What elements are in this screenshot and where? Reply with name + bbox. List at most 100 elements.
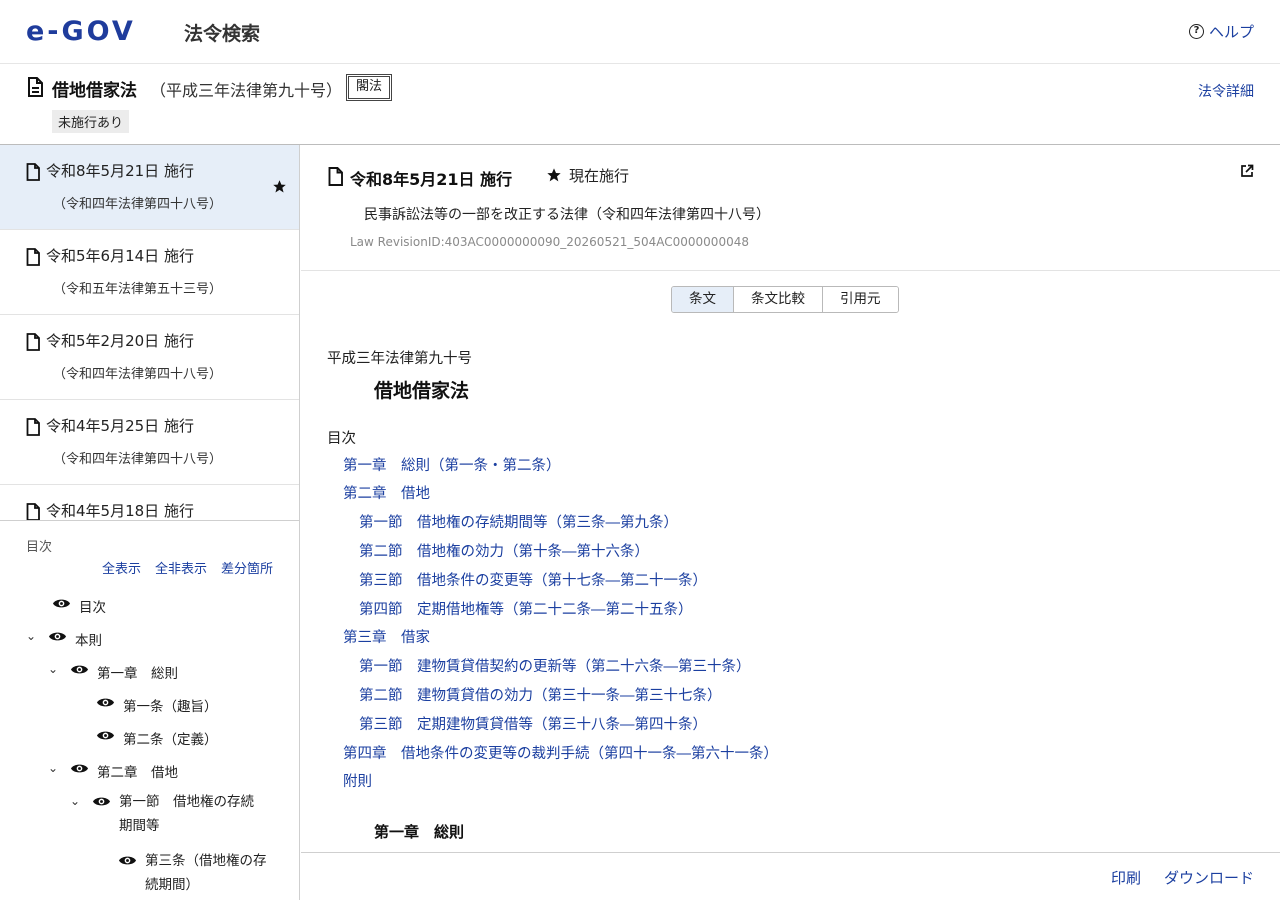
tree-item[interactable]: 目次 bbox=[52, 596, 106, 616]
tree-label: 第一節 借地権の存続期間等 bbox=[119, 794, 254, 834]
chevron-down-icon[interactable]: ⌄ bbox=[48, 662, 62, 676]
toc-link[interactable]: 第三節 定期建物賃貸借等（第三十八条―第四十条） bbox=[359, 713, 707, 734]
revision-item[interactable]: 令和5年2月20日 施行 （令和四年法律第四十八号） bbox=[0, 315, 299, 400]
eye-icon bbox=[118, 856, 137, 865]
chevron-down-icon[interactable]: ⌄ bbox=[70, 794, 84, 808]
law-number: （平成三年法律第九十号） bbox=[150, 81, 343, 100]
tree-item[interactable]: ⌄ 第一節 借地権の存続期間等 bbox=[70, 794, 280, 838]
revision-item[interactable]: 令和4年5月25日 施行 （令和四年法律第四十八号） bbox=[0, 400, 299, 485]
tree-label: 第一条（趣旨） bbox=[123, 699, 218, 715]
external-link-icon[interactable] bbox=[1240, 164, 1254, 178]
star-icon bbox=[547, 168, 561, 182]
law-title: 借地借家法 bbox=[52, 81, 137, 101]
eye-icon bbox=[96, 698, 115, 707]
main-content: 令和8年5月21日 施行 現在施行 民事訴訟法等の一部を改正する法律（令和四年法… bbox=[301, 145, 1280, 852]
help-link[interactable]: ? ヘルプ bbox=[1188, 21, 1254, 42]
revision-date: 令和8年5月21日 施行 bbox=[46, 162, 194, 180]
toc-link[interactable]: 附則 bbox=[343, 770, 372, 791]
document-icon bbox=[328, 167, 343, 186]
eye-icon bbox=[70, 764, 89, 773]
revision-item[interactable]: 令和5年6月14日 施行 （令和五年法律第五十三号） bbox=[0, 230, 299, 315]
law-body-title: 借地借家法 bbox=[374, 380, 470, 402]
bottom-action-bar: 印刷 ダウンロード bbox=[301, 852, 1280, 900]
help-label: ヘルプ bbox=[1208, 23, 1254, 41]
revision-id: Law RevisionID:403AC0000000090_20260521_… bbox=[350, 235, 749, 249]
status-badge: 未施行あり bbox=[52, 110, 130, 133]
tree-label: 本則 bbox=[75, 633, 102, 649]
toc-link[interactable]: 第三節 借地条件の変更等（第十七条―第二十一条） bbox=[359, 569, 707, 590]
law-detail-link[interactable]: 法令詳細 bbox=[1198, 81, 1254, 101]
tree-item[interactable]: ⌄ 第一章 総則 bbox=[48, 662, 178, 682]
tab-article-text[interactable]: 条文 bbox=[672, 287, 734, 312]
document-icon bbox=[26, 248, 40, 266]
eye-icon bbox=[96, 731, 115, 740]
tree-item[interactable]: 第二条（定義） bbox=[96, 728, 218, 748]
revision-date: 令和5年2月20日 施行 bbox=[46, 332, 194, 350]
revision-law: （令和四年法律第四十八号） bbox=[53, 197, 223, 212]
tab-citation-source[interactable]: 引用元 bbox=[823, 287, 898, 312]
tree-item[interactable]: ⌄ 第二章 借地 bbox=[48, 761, 178, 781]
print-button[interactable]: 印刷 bbox=[1111, 867, 1141, 888]
document-icon bbox=[28, 77, 43, 97]
egov-logo[interactable]: e-GOV bbox=[26, 18, 136, 46]
law-number-text: 平成三年法律第九十号 bbox=[327, 351, 472, 367]
show-all-link[interactable]: 全表示 bbox=[102, 558, 141, 577]
toc-link[interactable]: 第四章 借地条件の変更等の裁判手続（第四十一条―第六十一条） bbox=[343, 742, 778, 763]
current-enforcement-label: 現在施行 bbox=[569, 167, 630, 185]
toc-link[interactable]: 第三章 借家 bbox=[343, 626, 430, 647]
revision-date: 令和4年5月18日 施行 bbox=[46, 502, 194, 520]
toc-link[interactable]: 第一章 総則（第一条・第二条） bbox=[343, 454, 561, 475]
toc-link[interactable]: 第二節 借地権の効力（第十条―第十六条） bbox=[359, 540, 649, 561]
toc-link[interactable]: 第二節 建物賃貸借の効力（第三十一条―第三十七条） bbox=[359, 684, 722, 705]
revision-law: （令和五年法律第五十三号） bbox=[53, 282, 223, 297]
eye-icon bbox=[52, 599, 71, 608]
chevron-down-icon[interactable]: ⌄ bbox=[26, 629, 40, 643]
revision-date: 令和5年6月14日 施行 bbox=[46, 247, 194, 265]
law-kind-badge: 閣法 bbox=[346, 74, 392, 101]
tree-label: 目次 bbox=[79, 600, 106, 616]
top-header: e-GOV 法令検索 ? ヘルプ bbox=[0, 0, 1280, 64]
revision-law: （令和四年法律第四十八号） bbox=[53, 367, 223, 382]
document-icon bbox=[26, 503, 40, 520]
revision-item[interactable]: 令和4年5月18日 施行 bbox=[0, 485, 299, 520]
site-title: 法令検索 bbox=[184, 23, 261, 45]
tree-label: 第一章 総則 bbox=[97, 666, 178, 682]
view-tabs: 条文 条文比較 引用元 bbox=[671, 286, 899, 313]
help-icon: ? bbox=[1188, 24, 1204, 39]
revision-date: 令和4年5月25日 施行 bbox=[46, 417, 194, 435]
toc-controls: 全表示 全非表示 差分箇所 bbox=[102, 558, 273, 577]
chapter-heading: 第一章 総則 bbox=[374, 823, 465, 841]
left-panel: 令和8年5月21日 施行 （令和四年法律第四十八号） 令和5年6月14日 施行 … bbox=[0, 145, 300, 900]
revision-title: 令和8年5月21日 施行 bbox=[350, 170, 513, 189]
revision-header: 令和8年5月21日 施行 現在施行 民事訴訟法等の一部を改正する法律（令和四年法… bbox=[301, 145, 1280, 271]
amending-law: 民事訴訟法等の一部を改正する法律（令和四年法律第四十八号） bbox=[364, 207, 770, 223]
eye-icon bbox=[48, 632, 67, 641]
eye-icon bbox=[92, 797, 111, 806]
toc-label: 目次 bbox=[327, 431, 356, 447]
tree-item[interactable]: ⌄ 本則 bbox=[26, 629, 102, 649]
hide-all-link[interactable]: 全非表示 bbox=[155, 558, 207, 577]
toc-tree-panel: 目次 全表示 全非表示 差分箇所 目次 ⌄ 本則 ⌄ 第一章 総則 第一条（趣旨… bbox=[0, 522, 299, 900]
revision-list[interactable]: 令和8年5月21日 施行 （令和四年法律第四十八号） 令和5年6月14日 施行 … bbox=[0, 145, 299, 521]
chevron-down-icon[interactable]: ⌄ bbox=[48, 761, 62, 775]
tree-label: 第二章 借地 bbox=[97, 765, 178, 781]
download-button[interactable]: ダウンロード bbox=[1164, 867, 1254, 888]
toc-link[interactable]: 第二章 借地 bbox=[343, 482, 430, 503]
eye-icon bbox=[70, 665, 89, 674]
revision-item[interactable]: 令和8年5月21日 施行 （令和四年法律第四十八号） bbox=[0, 145, 299, 230]
law-header: 借地借家法 （平成三年法律第九十号） 閣法 未施行あり 法令詳細 bbox=[0, 64, 1280, 145]
toc-panel-heading: 目次 bbox=[26, 540, 53, 555]
tree-label: 第二条（定義） bbox=[123, 732, 218, 748]
toc-link[interactable]: 第一節 建物賃貸借契約の更新等（第二十六条―第三十条） bbox=[359, 655, 751, 676]
revision-law: （令和四年法律第四十八号） bbox=[53, 452, 223, 467]
toc-link[interactable]: 第四節 定期借地権等（第二十二条―第二十五条） bbox=[359, 598, 693, 619]
tree-item[interactable]: 第一条（趣旨） bbox=[96, 695, 218, 715]
tab-article-compare[interactable]: 条文比較 bbox=[734, 287, 823, 312]
toc-link[interactable]: 第一節 借地権の存続期間等（第三条―第九条） bbox=[359, 511, 678, 532]
document-icon bbox=[26, 163, 40, 181]
tree-item[interactable]: 第三条（借地権の存続期間） bbox=[118, 853, 278, 897]
star-icon bbox=[273, 180, 286, 193]
diff-link[interactable]: 差分箇所 bbox=[221, 558, 273, 577]
document-icon bbox=[26, 418, 40, 436]
document-icon bbox=[26, 333, 40, 351]
